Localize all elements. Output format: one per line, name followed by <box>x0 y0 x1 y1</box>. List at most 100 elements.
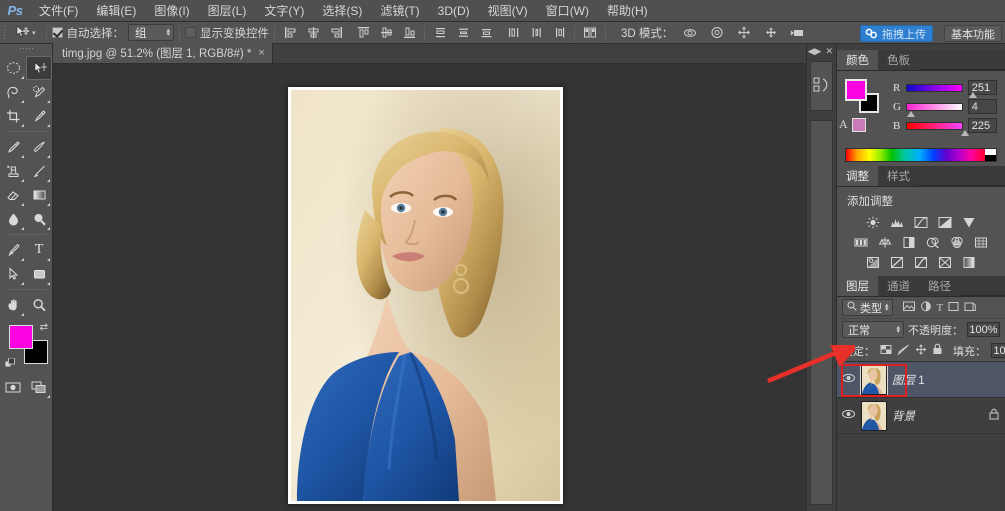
b-slider[interactable] <box>906 122 963 130</box>
posterize-icon[interactable] <box>887 254 907 271</box>
color-panel-foreground-swatch[interactable] <box>845 79 867 101</box>
screen-mode-button[interactable] <box>26 375 52 399</box>
layer-row-2[interactable]: 背景 <box>837 398 1005 434</box>
layer-list[interactable]: 图层 1 <box>837 361 1005 511</box>
channel-mixer-icon[interactable] <box>947 234 967 251</box>
lock-transparent-pixels-icon[interactable] <box>880 344 892 358</box>
color-spectrum-ramp[interactable] <box>845 148 997 162</box>
tab-channels[interactable]: 通道 <box>878 276 919 296</box>
zoom-tool[interactable] <box>26 293 52 317</box>
layer-visibility-eye-icon[interactable] <box>841 409 856 422</box>
foreground-color-swatch[interactable] <box>9 325 33 349</box>
workspace-switcher-button[interactable]: 基本功能 <box>944 25 1002 42</box>
gradient-tool[interactable] <box>26 183 52 207</box>
vibrance-icon[interactable] <box>959 214 979 231</box>
filter-pixel-layers-icon[interactable] <box>903 301 915 315</box>
eyedropper-tool[interactable] <box>26 104 52 128</box>
menu-filter[interactable]: 滤镜(T) <box>371 0 428 22</box>
auto-align-layers-icon[interactable] <box>580 24 600 42</box>
brush-tool[interactable] <box>26 135 52 159</box>
show-transform-controls-option[interactable]: 显示变换控件 <box>185 25 269 41</box>
distribute-top-edges-icon[interactable] <box>430 24 450 42</box>
lock-all-icon[interactable] <box>932 343 943 358</box>
invert-icon[interactable] <box>863 254 883 271</box>
tab-paths[interactable]: 路径 <box>919 276 960 296</box>
layer-thumbnail[interactable] <box>861 401 887 431</box>
color-balance-icon[interactable] <box>875 234 895 251</box>
path-selection-tool[interactable] <box>0 262 26 286</box>
document-window[interactable] <box>288 87 563 504</box>
fill-value[interactable]: 100% <box>991 343 1005 358</box>
gradient-map-icon[interactable] <box>959 254 979 271</box>
distribute-right-edges-icon[interactable] <box>549 24 569 42</box>
tab-adjustments[interactable]: 调整 <box>837 166 878 186</box>
lasso-tool[interactable] <box>0 80 26 104</box>
distribute-bottom-edges-icon[interactable] <box>476 24 496 42</box>
photo-filter-icon[interactable] <box>923 234 943 251</box>
black-white-icon[interactable] <box>899 234 919 251</box>
dock-close-icon[interactable]: ✕ <box>825 46 833 57</box>
blur-tool[interactable] <box>0 207 26 231</box>
r-slider[interactable] <box>906 84 963 92</box>
eraser-tool[interactable] <box>0 183 26 207</box>
document-tab[interactable]: timg.jpg @ 51.2% (图层 1, RGB/8#) * × <box>53 43 273 63</box>
align-horizontal-centers-icon[interactable] <box>303 24 323 42</box>
threshold-icon[interactable] <box>911 254 931 271</box>
hue-saturation-icon[interactable] <box>851 234 871 251</box>
lock-image-pixels-icon[interactable] <box>897 344 910 358</box>
distribute-vertical-centers-icon[interactable] <box>453 24 473 42</box>
levels-icon[interactable] <box>887 214 907 231</box>
show-transform-checkbox[interactable] <box>185 27 196 38</box>
drag-upload-button[interactable]: 拖拽上传 <box>860 25 933 42</box>
filter-adjustment-layers-icon[interactable] <box>920 301 932 315</box>
tab-styles[interactable]: 样式 <box>878 166 919 186</box>
auto-select-checkbox[interactable] <box>52 27 63 38</box>
tab-layers[interactable]: 图层 <box>837 276 878 296</box>
align-left-edges-icon[interactable] <box>280 24 300 42</box>
align-vertical-centers-icon[interactable] <box>376 24 396 42</box>
rectangle-tool[interactable] <box>26 262 52 286</box>
crop-tool[interactable] <box>0 104 26 128</box>
g-slider[interactable] <box>906 103 963 111</box>
distribute-left-edges-icon[interactable] <box>503 24 523 42</box>
menu-image[interactable]: 图像(I) <box>145 0 198 22</box>
auto-select-scope-dropdown[interactable]: 组 ▴▾ <box>128 24 174 41</box>
auto-select-option[interactable]: 自动选择： <box>52 25 125 41</box>
tab-color[interactable]: 颜色 <box>837 50 878 70</box>
brightness-contrast-icon[interactable] <box>863 214 883 231</box>
options-bar-grip[interactable] <box>0 22 8 44</box>
distribute-horizontal-centers-icon[interactable] <box>526 24 546 42</box>
swap-colors-icon[interactable]: ⇄ <box>40 322 48 333</box>
layer-name[interactable]: 图层 1 <box>892 372 999 388</box>
layer-visibility-eye-icon[interactable] <box>841 373 856 386</box>
collapse-panels-icon[interactable]: ◀▶ <box>808 46 822 57</box>
3d-roll-icon[interactable] <box>707 24 727 42</box>
move-tool[interactable] <box>26 56 52 80</box>
layer-row-1[interactable]: 图层 1 <box>837 362 1005 398</box>
align-top-edges-icon[interactable] <box>353 24 373 42</box>
type-tool[interactable]: T <box>26 238 52 262</box>
menu-file[interactable]: 文件(F) <box>30 0 87 22</box>
3d-camera-icon[interactable] <box>788 24 808 42</box>
tools-panel-grip[interactable] <box>0 44 52 54</box>
menu-select[interactable]: 选择(S) <box>313 0 371 22</box>
selective-color-icon[interactable] <box>935 254 955 271</box>
tool-preset-picker[interactable]: ▾ <box>8 22 41 44</box>
b-value[interactable]: 225 <box>968 118 997 133</box>
layer-filter-kind-dropdown[interactable]: 类型 ▴▾ <box>842 299 893 316</box>
menu-view[interactable]: 视图(V) <box>479 0 537 22</box>
menu-layer[interactable]: 图层(L) <box>199 0 256 22</box>
menu-window[interactable]: 窗口(W) <box>537 0 598 22</box>
menu-type[interactable]: 文字(Y) <box>255 0 313 22</box>
quick-selection-tool[interactable] <box>26 80 52 104</box>
close-icon[interactable]: × <box>258 47 264 59</box>
menu-3d[interactable]: 3D(D) <box>429 0 479 22</box>
blend-mode-dropdown[interactable]: 正常 ▴▾ <box>842 321 904 338</box>
filter-shape-layers-icon[interactable] <box>948 301 959 315</box>
filter-smart-objects-icon[interactable] <box>964 301 976 315</box>
history-brush-tool[interactable] <box>26 159 52 183</box>
default-colors-icon[interactable] <box>5 358 16 371</box>
3d-orbit-icon[interactable] <box>680 24 700 42</box>
clone-stamp-tool[interactable] <box>0 159 26 183</box>
color-lookup-icon[interactable] <box>971 234 991 251</box>
